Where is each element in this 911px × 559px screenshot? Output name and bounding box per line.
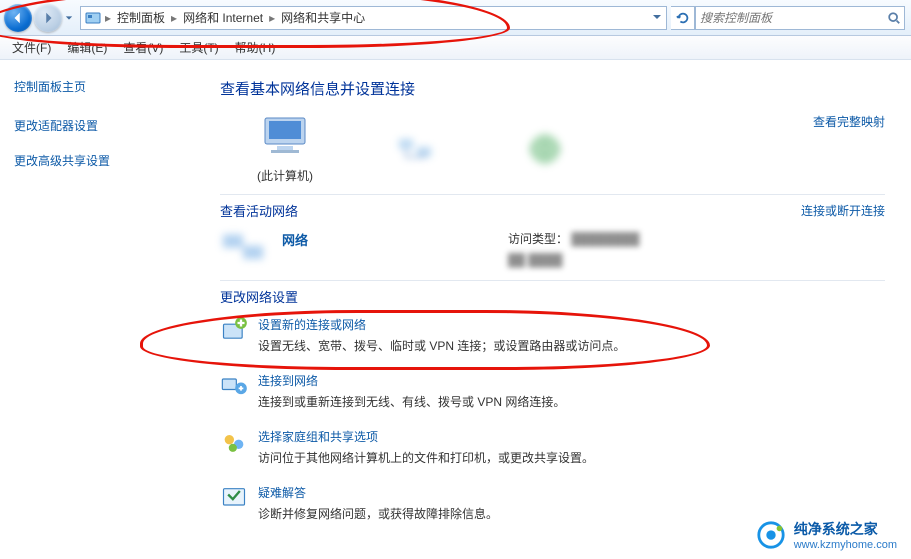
section-active-networks: 查看活动网络 连接或断开连接 网络 访问类型： ████████ ██ ████	[220, 194, 885, 270]
menu-help[interactable]: 帮助(H)	[229, 37, 282, 58]
body: 控制面板主页 更改适配器设置 更改高级共享设置 查看基本网络信息并设置连接 (此…	[0, 60, 911, 559]
link-connect-disconnect[interactable]: 连接或断开连接	[801, 202, 885, 219]
section-change-settings: 更改网络设置 设置新的连接或网络 设置无线、宽带、拨号、临时或 VPN 连接；或…	[220, 280, 885, 522]
link-full-map[interactable]: 查看完整映射	[813, 113, 885, 130]
watermark: 纯净系统之家 www.kzmyhome.com	[756, 519, 897, 551]
network-node-network	[386, 126, 444, 172]
menu-file[interactable]: 文件(F)	[6, 37, 57, 58]
troubleshoot-icon	[220, 484, 248, 512]
node-caption: (此计算机)	[257, 167, 313, 184]
sidebar: 控制面板主页 更改适配器设置 更改高级共享设置	[0, 60, 180, 559]
search-input[interactable]	[696, 7, 884, 29]
task-homegroup[interactable]: 选择家庭组和共享选项 访问位于其他网络计算机上的文件和打印机，或更改共享设置。	[220, 428, 885, 466]
arrow-right-icon	[41, 11, 55, 25]
chevron-down-icon	[65, 14, 73, 22]
menu-tools[interactable]: 工具(T)	[173, 37, 224, 58]
access-type-value: ████████	[571, 232, 639, 246]
chevron-down-icon	[652, 12, 662, 22]
task-title[interactable]: 选择家庭组和共享选项	[258, 428, 594, 445]
arrow-left-icon	[11, 11, 25, 25]
task-title[interactable]: 设置新的连接或网络	[258, 316, 625, 333]
network-icon	[386, 126, 444, 172]
watermark-title: 纯净系统之家	[794, 519, 897, 539]
task-connect-network[interactable]: 连接到网络 连接到或重新连接到无线、有线、拨号或 VPN 网络连接。	[220, 372, 885, 410]
access-type-label: 访问类型：	[508, 232, 568, 246]
watermark-logo-icon	[756, 520, 786, 550]
sidebar-adapter-settings[interactable]: 更改适配器设置	[14, 117, 166, 134]
section-heading: 更改网络设置	[220, 287, 885, 306]
task-desc: 设置无线、宽带、拨号、临时或 VPN 连接；或设置路由器或访问点。	[258, 337, 625, 354]
nav-history-dropdown[interactable]	[62, 4, 76, 32]
network-node-internet	[516, 126, 574, 172]
active-network-details: 访问类型： ████████ ██ ████	[508, 230, 639, 270]
task-desc: 诊断并修复网络问题，或获得故障排除信息。	[258, 505, 498, 522]
network-map: (此计算机) 查看完整映射	[220, 113, 885, 184]
nav-back-button[interactable]	[4, 4, 32, 32]
menu-view[interactable]: 查看(V)	[117, 37, 169, 58]
homegroup-icon	[220, 428, 248, 456]
address-bar[interactable]: ▸ 控制面板 ▸ 网络和 Internet ▸ 网络和共享中心	[80, 6, 667, 30]
wizard-icon	[220, 316, 248, 344]
task-title[interactable]: 疑难解答	[258, 484, 498, 501]
network-node-this-pc: (此计算机)	[256, 113, 314, 184]
breadcrumb-seg-2[interactable]: 网络和共享中心	[277, 7, 369, 28]
breadcrumb-separator: ▸	[269, 11, 275, 25]
computer-icon	[256, 113, 314, 159]
menu-edit[interactable]: 编辑(E)	[61, 37, 113, 58]
globe-icon	[516, 126, 574, 172]
connection-value: ██ ████	[508, 253, 639, 267]
search-box[interactable]	[695, 6, 905, 30]
titlebar: ▸ 控制面板 ▸ 网络和 Internet ▸ 网络和共享中心	[0, 0, 911, 36]
nav-forward-button[interactable]	[34, 4, 62, 32]
menubar: 文件(F) 编辑(E) 查看(V) 工具(T) 帮助(H)	[0, 36, 911, 60]
control-panel-icon	[85, 10, 101, 26]
task-desc: 连接到或重新连接到无线、有线、拨号或 VPN 网络连接。	[258, 393, 565, 410]
refresh-button[interactable]	[671, 6, 695, 30]
breadcrumb-seg-0[interactable]: 控制面板	[113, 7, 169, 28]
task-troubleshoot[interactable]: 疑难解答 诊断并修复网络问题，或获得故障排除信息。	[220, 484, 885, 522]
task-title[interactable]: 连接到网络	[258, 372, 565, 389]
section-heading: 查看活动网络	[220, 201, 298, 220]
network-thumb-icon	[220, 230, 272, 270]
main-pane: 查看基本网络信息并设置连接 (此计算机) 查看完整映射	[180, 60, 911, 559]
watermark-url: www.kzmyhome.com	[794, 539, 897, 551]
sidebar-advanced-sharing[interactable]: 更改高级共享设置	[14, 152, 166, 169]
task-setup-connection[interactable]: 设置新的连接或网络 设置无线、宽带、拨号、临时或 VPN 连接；或设置路由器或访…	[220, 316, 885, 354]
task-desc: 访问位于其他网络计算机上的文件和打印机，或更改共享设置。	[258, 449, 594, 466]
address-dropdown[interactable]	[652, 11, 662, 25]
search-icon	[884, 11, 904, 25]
breadcrumb-separator: ▸	[105, 11, 111, 25]
breadcrumb: ▸ 控制面板 ▸ 网络和 Internet ▸ 网络和共享中心	[105, 7, 369, 28]
page-title: 查看基本网络信息并设置连接	[220, 78, 885, 99]
refresh-icon	[676, 11, 690, 25]
breadcrumb-seg-1[interactable]: 网络和 Internet	[179, 7, 267, 28]
connect-icon	[220, 372, 248, 400]
sidebar-home[interactable]: 控制面板主页	[14, 78, 166, 95]
breadcrumb-separator: ▸	[171, 11, 177, 25]
active-network-name[interactable]: 网络	[282, 230, 308, 249]
